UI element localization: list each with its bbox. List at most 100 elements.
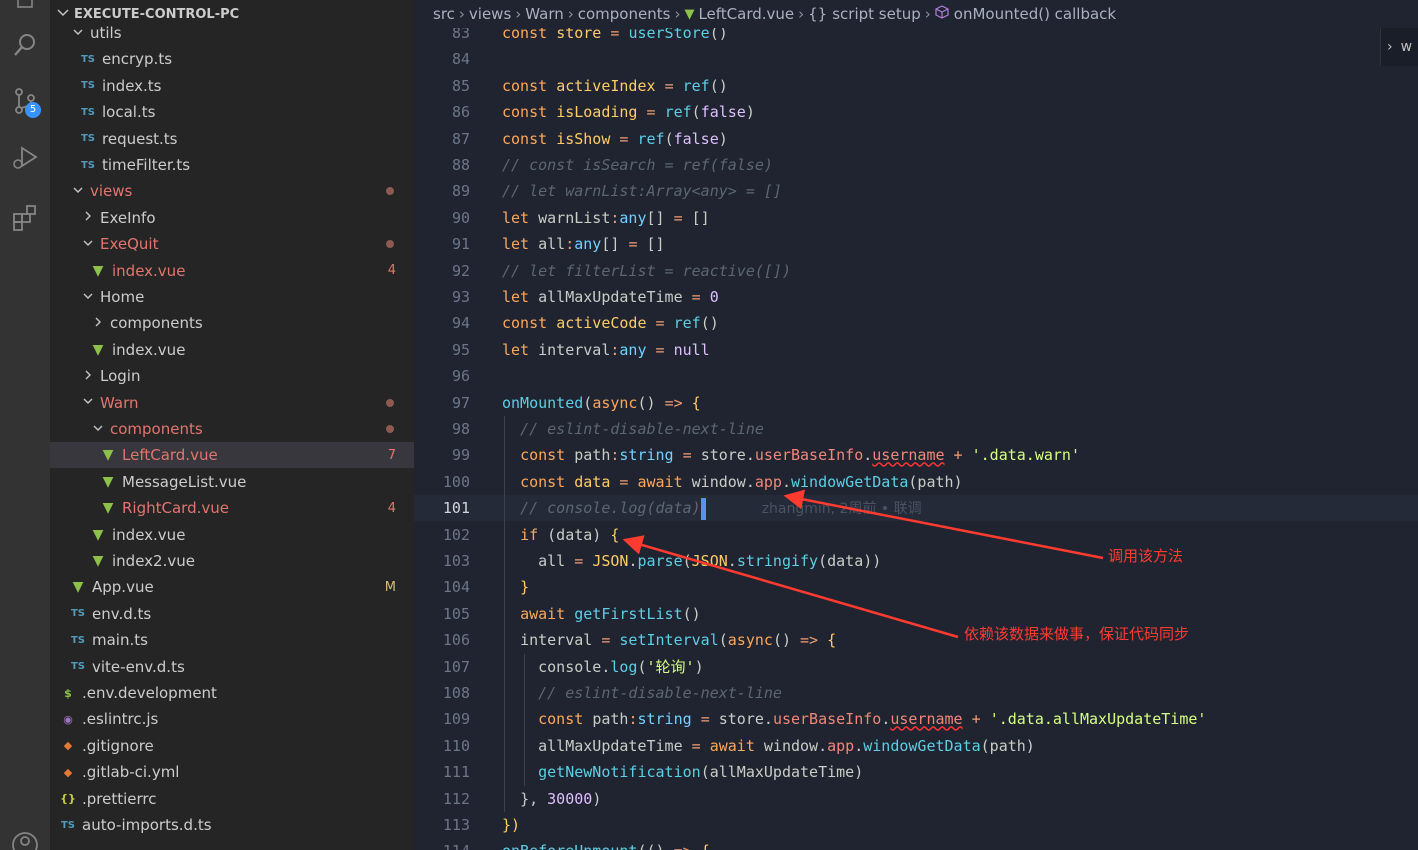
code-token: userBaseInfo (772, 710, 882, 729)
code-editor[interactable]: src › views › Warn › components › ▼ LeftCard.… (414, 0, 1418, 850)
code-line[interactable]: 106 interval = setInterval(async() => { (414, 627, 1418, 653)
tree-file[interactable]: TS request.ts (50, 126, 414, 152)
code-line[interactable]: 110 allMaxUpdateTime = await window.app.… (414, 733, 1418, 759)
tree-file[interactable]: $ .env.development (50, 680, 414, 706)
code-token: = (673, 208, 692, 227)
code-line[interactable]: 90 let warnList:any[] = [] (414, 205, 1418, 231)
code-line[interactable]: 88 // const isSearch = ref(false) (414, 152, 1418, 178)
code-line[interactable]: 97 onMounted(async() => { (414, 390, 1418, 416)
tree-file[interactable]: TS local.ts (50, 99, 414, 125)
files-icon[interactable] (0, 0, 50, 22)
code-line[interactable]: 108 // eslint-disable-next-line (414, 680, 1418, 706)
tree-file[interactable]: TS vite-env.d.ts (50, 654, 414, 680)
code-line[interactable]: 87 const isShow = ref(false) (414, 126, 1418, 152)
code-line[interactable]: 103 all = JSON.parse(JSON.stringify(data… (414, 548, 1418, 574)
tree-folder[interactable]: views (50, 178, 414, 204)
problem-count-badge: 4 (387, 263, 396, 279)
tree-file[interactable]: ◉ .eslintrc.js (50, 706, 414, 732)
code-line[interactable]: 91 let all:any[] = [] (414, 231, 1418, 257)
code-line[interactable]: 85 const activeIndex = ref() (414, 73, 1418, 99)
tree-folder[interactable]: ExeInfo (50, 205, 414, 231)
breadcrumb-views[interactable]: views (469, 5, 511, 23)
run-debug-icon[interactable] (0, 134, 50, 180)
code-token: window. (691, 472, 755, 491)
code-line[interactable]: 113}) (414, 812, 1418, 838)
tree-file[interactable]: ▼ index.vue 4 (50, 258, 414, 284)
tree-file[interactable]: TS env.d.ts (50, 601, 414, 627)
tree-item-label: RightCard.vue (122, 499, 229, 518)
code-token: await (637, 472, 692, 491)
breadcrumb-symbol[interactable]: onMounted() callback (954, 5, 1116, 23)
code-line[interactable]: 98 // eslint-disable-next-line (414, 416, 1418, 442)
tree-file[interactable]: TS timeFilter.ts (50, 152, 414, 178)
tree-folder[interactable]: utils (50, 20, 414, 46)
code-token: await (709, 736, 764, 755)
code-text: const activeCode = ref() (502, 310, 719, 336)
tree-folder[interactable]: Home (50, 284, 414, 310)
tree-folder[interactable]: Warn (50, 390, 414, 416)
code-line[interactable]: 84 (414, 46, 1418, 72)
code-line[interactable]: 107 console.log('轮询') (414, 654, 1418, 680)
tree-file[interactable]: TS auto-imports.d.ts (50, 812, 414, 838)
tree-item-label: auto-imports.d.ts (82, 816, 212, 834)
code-line[interactable]: 95 let interval:any = null (414, 337, 1418, 363)
code-line[interactable]: 99 const path:string = store.userBaseInf… (414, 442, 1418, 468)
tree-file[interactable]: ▼ App.vue M (50, 574, 414, 600)
code-token: path (574, 446, 611, 465)
code-line[interactable]: 94 const activeCode = ref() (414, 310, 1418, 336)
code-token: ) (718, 129, 728, 148)
code-token: getFirstList (574, 604, 683, 623)
tree-file[interactable]: ▼ index.vue (50, 337, 414, 363)
tree-item-label: .env.development (82, 684, 217, 702)
tree-file[interactable]: ▼ index.vue (50, 522, 414, 548)
code-line[interactable]: 104 } (414, 574, 1418, 600)
code-line[interactable]: 86 const isLoading = ref(false) (414, 99, 1418, 125)
tree-file[interactable]: TS encryp.ts (50, 46, 414, 72)
line-number: 91 (451, 235, 470, 254)
breadcrumb-scope[interactable]: script setup (832, 5, 921, 23)
source-control-icon[interactable]: 5 (0, 78, 50, 124)
code-line[interactable]: 100 const data = await window.app.window… (414, 469, 1418, 495)
minimap-toggle[interactable]: › w (1380, 28, 1418, 66)
code-line[interactable]: 112 }, 30000) (414, 786, 1418, 812)
tree-item-label: index.vue (112, 340, 186, 359)
code-token: const (520, 472, 575, 491)
breadcrumb-src[interactable]: src (433, 5, 455, 23)
code-line[interactable]: 96 (414, 363, 1418, 389)
code-text: onMounted(async() => { (502, 390, 701, 416)
tree-folder[interactable]: components (50, 310, 414, 336)
code-line[interactable]: 101 // console.log(data) zhangmin, 2周前 • … (414, 495, 1418, 522)
code-token: = (655, 314, 674, 333)
tree-file[interactable]: ◆ .gitlab-ci.yml (50, 759, 414, 785)
tree-file[interactable]: ▼ LeftCard.vue 7 (50, 442, 414, 469)
tree-file[interactable]: TS index.ts (50, 73, 414, 99)
code-line[interactable]: 114 onBeforeUnmount(() => { (414, 838, 1418, 850)
tree-file[interactable]: ▼ RightCard.vue 4 (50, 495, 414, 521)
breadcrumb-warn[interactable]: Warn (525, 5, 563, 23)
tree-folder[interactable]: Login (50, 363, 414, 389)
code-token: string (637, 710, 701, 729)
code-token: => (674, 842, 701, 850)
tree-folder[interactable]: ExeQuit (50, 231, 414, 257)
breadcrumb-components[interactable]: components (578, 5, 671, 23)
tree-file[interactable]: {} .prettierrc (50, 786, 414, 812)
tree-file[interactable]: ▼ MessageList.vue (50, 469, 414, 495)
tree-file[interactable]: TS main.ts (50, 627, 414, 653)
tree-file[interactable]: ▼ index2.vue (50, 548, 414, 574)
chevron-right-icon: › (515, 5, 522, 23)
tree-folder[interactable]: components (50, 416, 414, 442)
extensions-icon[interactable] (0, 194, 50, 240)
code-token: = (646, 103, 665, 122)
code-line[interactable]: 89 // let warnList:Array<any> = [] (414, 178, 1418, 204)
code-line[interactable]: 111 getNewNotification(allMaxUpdateTime) (414, 759, 1418, 785)
tree-file[interactable]: ◆ .gitignore (50, 733, 414, 759)
code-line[interactable]: 102 if (data) { (414, 522, 1418, 548)
search-icon[interactable] (0, 22, 50, 68)
account-icon[interactable] (0, 822, 50, 850)
code-line[interactable]: 109 const path:string = store.userBaseIn… (414, 706, 1418, 732)
code-token: let (502, 340, 539, 359)
code-line[interactable]: 92 // let filterList = reactive([]) (414, 258, 1418, 284)
code-line[interactable]: 93 let allMaxUpdateTime = 0 (414, 284, 1418, 310)
breadcrumb-file[interactable]: LeftCard.vue (698, 5, 794, 23)
code-line[interactable]: 105 await getFirstList() (414, 601, 1418, 627)
